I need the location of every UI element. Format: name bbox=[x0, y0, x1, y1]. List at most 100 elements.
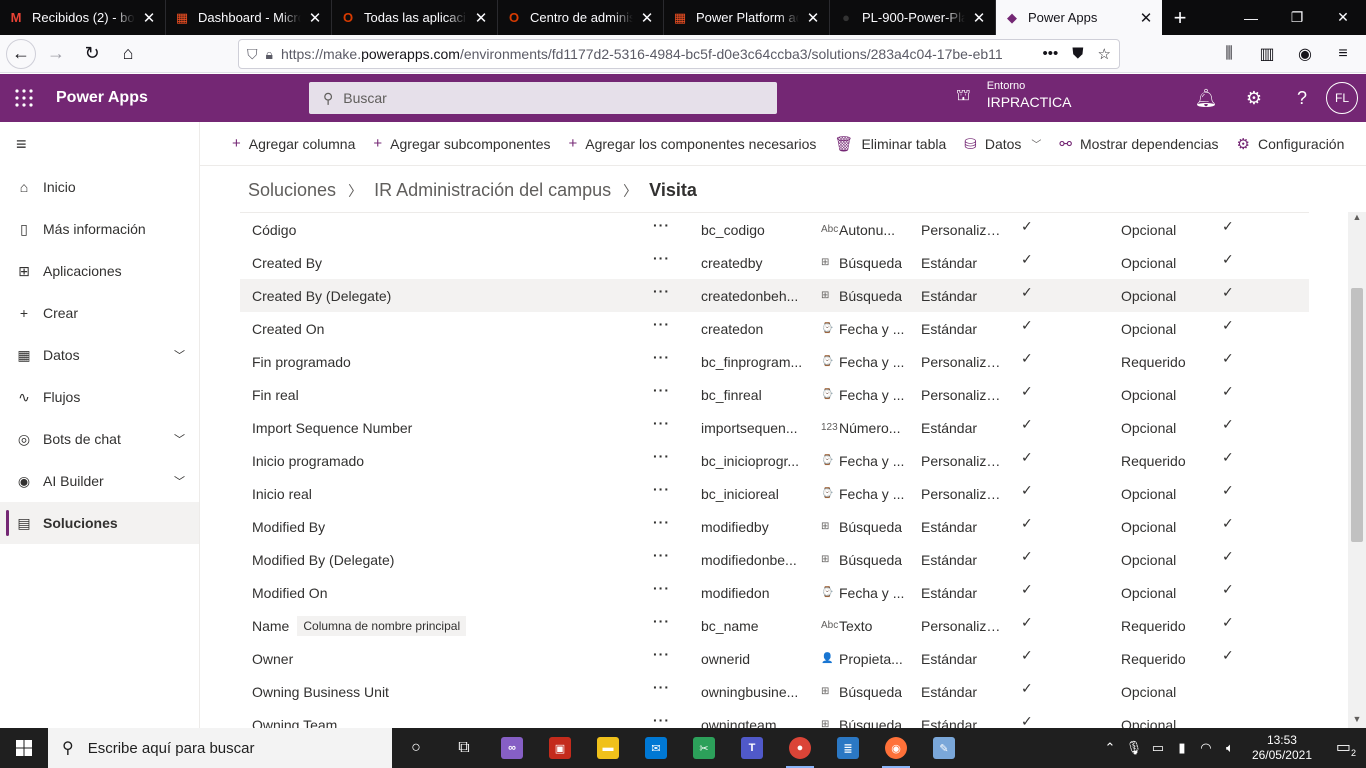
bookmark-star-icon[interactable]: ☆ bbox=[1098, 45, 1111, 63]
breadcrumb-solutions[interactable]: Soluciones bbox=[248, 180, 336, 201]
environment-picker[interactable]: ⛫ Entorno IRPRACTICA bbox=[956, 80, 1072, 111]
sidebar-item-m-s-informaci-n[interactable]: ▯ Más información bbox=[0, 208, 199, 250]
close-tab-icon[interactable]: ✕ bbox=[639, 9, 655, 27]
column-display-name[interactable]: Name Columna de nombre principal bbox=[252, 615, 467, 636]
table-row[interactable]: Created By (Delegate) ··· createdonbeh..… bbox=[240, 279, 1309, 312]
search-input[interactable]: ⚲ Buscar bbox=[309, 82, 777, 114]
more-options-icon[interactable]: ··· bbox=[653, 481, 670, 497]
sidebar-item-soluciones[interactable]: ▤ Soluciones bbox=[0, 502, 199, 544]
wifi-icon[interactable]: ◠ bbox=[1194, 740, 1218, 756]
column-display-name[interactable]: Import Sequence Number bbox=[252, 420, 412, 436]
column-display-name[interactable]: Modified By bbox=[252, 519, 325, 535]
column-display-name[interactable]: Owner bbox=[252, 651, 293, 667]
url-text[interactable]: https://make.powerapps.com/environments/… bbox=[281, 46, 1043, 62]
sidebar-item-aplicaciones[interactable]: ⊞ Aplicaciones bbox=[0, 250, 199, 292]
browser-tab[interactable]: ▦ Power Platform adn ✕ bbox=[664, 0, 830, 35]
column-display-name[interactable]: Created By bbox=[252, 255, 322, 271]
url-bar[interactable]: ⛉ 🔒︎ https://make.powerapps.com/environm… bbox=[238, 39, 1120, 69]
more-options-icon[interactable]: ··· bbox=[653, 283, 670, 299]
more-options-icon[interactable]: ··· bbox=[653, 514, 670, 530]
command-datos[interactable]: ⛁ Datos ﹀ bbox=[964, 135, 1041, 153]
app-name[interactable]: Power Apps bbox=[56, 89, 148, 107]
browser-tab[interactable]: O Centro de administ ✕ bbox=[498, 0, 664, 35]
windows-start-icon[interactable] bbox=[0, 728, 48, 768]
gift-app-icon[interactable]: ▣ bbox=[536, 728, 584, 768]
column-display-name[interactable]: Fin real bbox=[252, 387, 299, 403]
scroll-down-icon[interactable]: ▼ bbox=[1348, 714, 1366, 728]
library-icon[interactable]: ⫼ bbox=[1214, 39, 1244, 69]
browser-tab[interactable]: M Recibidos (2) - boxin ✕ bbox=[0, 0, 166, 35]
cortana-icon[interactable]: ○ bbox=[392, 728, 440, 768]
column-display-name[interactable]: Owning Business Unit bbox=[252, 684, 389, 700]
close-window-button[interactable]: ✕ bbox=[1320, 0, 1366, 35]
table-row[interactable]: Inicio programado ··· bc_inicioprogr... … bbox=[240, 444, 1309, 477]
minimize-button[interactable]: — bbox=[1228, 0, 1274, 35]
taskbar-search-input[interactable]: ⚲ Escribe aquí para buscar bbox=[48, 728, 392, 768]
more-options-icon[interactable]: ··· bbox=[653, 415, 670, 431]
chevron-down-icon[interactable]: ﹀ bbox=[174, 473, 185, 489]
table-row[interactable]: Fin programado ··· bc_finprogram... ⌚ Fec… bbox=[240, 345, 1309, 378]
command-mostrar-dependencias[interactable]: ⚯ Mostrar dependencias bbox=[1059, 135, 1218, 153]
more-options-icon[interactable]: ··· bbox=[653, 679, 670, 695]
table-row[interactable]: Modified On ··· modifiedon ⌚ Fecha y ... … bbox=[240, 576, 1309, 609]
breadcrumb-solution-name[interactable]: IR Administración del campus bbox=[374, 180, 611, 201]
app-launcher-icon[interactable] bbox=[0, 74, 48, 122]
table-row[interactable]: Name Columna de nombre principal ··· bc_n… bbox=[240, 609, 1309, 642]
more-options-icon[interactable]: ··· bbox=[653, 217, 670, 233]
shield-icon[interactable]: ⛉ bbox=[247, 46, 258, 63]
close-tab-icon[interactable]: ✕ bbox=[805, 9, 821, 27]
browser-tab[interactable]: O Todas las aplicacion ✕ bbox=[332, 0, 498, 35]
file-explorer-icon[interactable]: ▬ bbox=[584, 728, 632, 768]
restore-button[interactable]: ❐ bbox=[1274, 0, 1320, 35]
page-actions-icon[interactable]: ••• bbox=[1043, 45, 1059, 63]
sidebar-item-flujos[interactable]: ∿ Flujos bbox=[0, 376, 199, 418]
table-row[interactable]: Fin real ··· bc_finreal ⌚ Fecha y ... Per… bbox=[240, 378, 1309, 411]
sidebar-toggle-icon[interactable]: ▥ bbox=[1252, 39, 1282, 69]
column-display-name[interactable]: Inicio real bbox=[252, 486, 312, 502]
pocket-icon[interactable]: ⛊ bbox=[1072, 45, 1083, 63]
volume-icon[interactable]: 🔈︎ bbox=[1218, 740, 1242, 756]
table-row[interactable]: Inicio real ··· bc_inicioreal ⌚ Fecha y .… bbox=[240, 477, 1309, 510]
column-display-name[interactable]: Created By (Delegate) bbox=[252, 288, 391, 304]
column-display-name[interactable]: Inicio programado bbox=[252, 453, 364, 469]
menu-icon[interactable]: ≡ bbox=[1328, 39, 1358, 69]
close-tab-icon[interactable]: ✕ bbox=[971, 9, 987, 27]
display-icon[interactable]: ▭ bbox=[1146, 740, 1170, 756]
microphone-icon[interactable]: 🎙︎ bbox=[1122, 740, 1146, 756]
sidebar-item-ai-builder[interactable]: ◉ AI Builder ﹀ bbox=[0, 460, 199, 502]
more-options-icon[interactable]: ··· bbox=[653, 712, 670, 728]
settings-gear-icon[interactable]: ⚙ bbox=[1230, 74, 1278, 122]
more-options-icon[interactable]: ··· bbox=[653, 250, 670, 266]
close-tab-icon[interactable]: ✕ bbox=[1138, 9, 1154, 27]
task-view-icon[interactable]: ⧉ bbox=[440, 728, 488, 768]
sidebar-item-datos[interactable]: ▦ Datos ﹀ bbox=[0, 334, 199, 376]
browser-tab[interactable]: ◆ Power Apps ✕ bbox=[996, 0, 1162, 35]
column-display-name[interactable]: Fin programado bbox=[252, 354, 351, 370]
close-tab-icon[interactable]: ✕ bbox=[307, 9, 323, 27]
clock[interactable]: 13:53 26/05/2021 bbox=[1252, 733, 1312, 763]
scroll-up-icon[interactable]: ▲ bbox=[1348, 212, 1366, 226]
table-row[interactable]: Código ··· bc_codigo Abc Autonu... Person… bbox=[240, 213, 1309, 246]
chrome-icon[interactable]: ● bbox=[776, 728, 824, 768]
command-eliminar-tabla[interactable]: 🗑 Eliminar tabla bbox=[834, 135, 946, 153]
table-row[interactable]: Owning Business Unit ··· owningbusine...… bbox=[240, 675, 1309, 708]
column-display-name[interactable]: Created On bbox=[252, 321, 324, 337]
column-display-name[interactable]: Owning Team bbox=[252, 717, 337, 729]
command-agregar-subcomponentes[interactable]: + Agregar subcomponentes bbox=[373, 135, 550, 152]
reload-button[interactable]: ↻ bbox=[76, 38, 108, 70]
back-button[interactable]: ← bbox=[6, 38, 36, 69]
more-options-icon[interactable]: ··· bbox=[653, 646, 670, 662]
column-display-name[interactable]: Modified On bbox=[252, 585, 327, 601]
browser-tab[interactable]: ▦ Dashboard - Micros ✕ bbox=[166, 0, 332, 35]
notifications-bell-icon[interactable]: 🔔︎ bbox=[1182, 74, 1230, 122]
table-row[interactable]: Modified By (Delegate) ··· modifiedonbe.… bbox=[240, 543, 1309, 576]
chevron-down-icon[interactable]: ﹀ bbox=[174, 347, 185, 363]
chevron-up-icon[interactable]: ⌃ bbox=[1098, 740, 1122, 756]
home-button[interactable]: ⌂ bbox=[112, 38, 144, 70]
sidebar-item-crear[interactable]: + Crear bbox=[0, 292, 199, 334]
table-row[interactable]: Owner ··· ownerid 👤 Propieta... Estándar ✓… bbox=[240, 642, 1309, 675]
account-icon[interactable]: ◉ bbox=[1290, 39, 1320, 69]
visual-studio-icon[interactable]: ∞ bbox=[488, 728, 536, 768]
more-options-icon[interactable]: ··· bbox=[653, 316, 670, 332]
lock-icon[interactable]: 🔒︎ bbox=[266, 46, 273, 63]
